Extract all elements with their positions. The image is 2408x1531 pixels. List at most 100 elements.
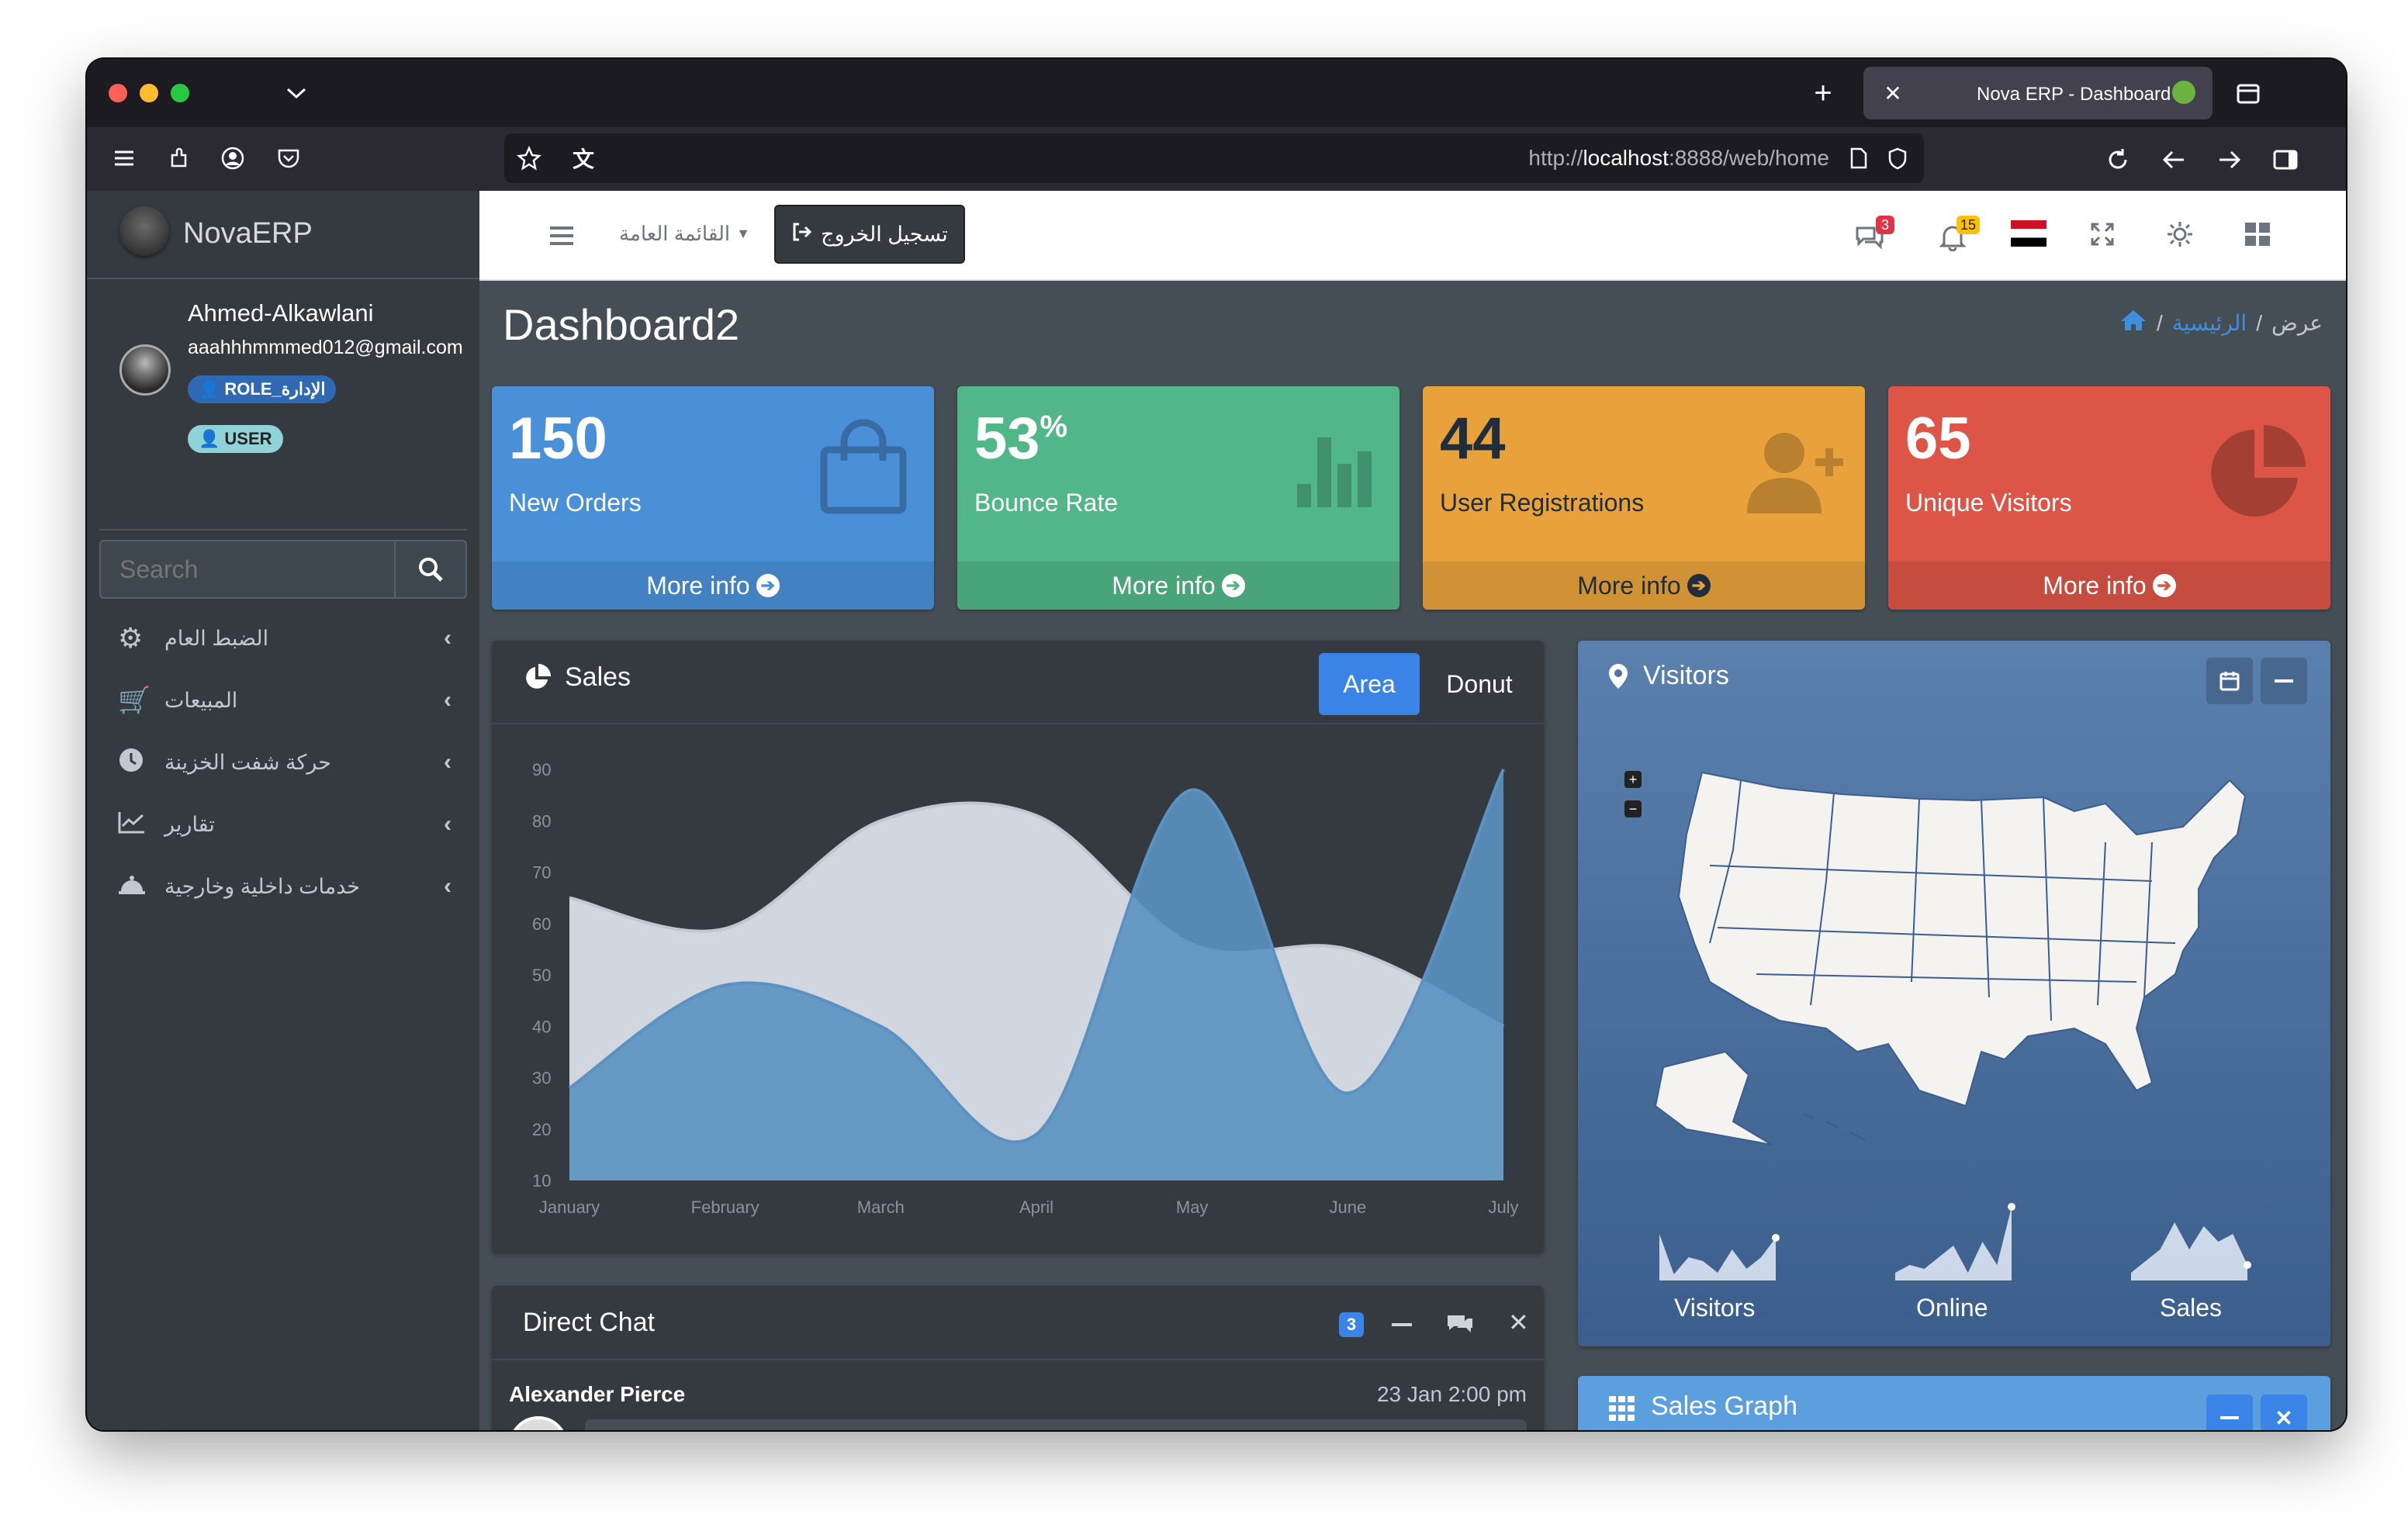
url-bar[interactable]: 文 http://localhost:8888/web/home bbox=[504, 133, 1924, 183]
user-name[interactable]: Ahmed-Alkawlani bbox=[188, 299, 374, 327]
minimize-window-button[interactable] bbox=[140, 84, 158, 102]
sidebar-item-services[interactable]: خدمات داخلية وخارجية ‹ bbox=[118, 859, 452, 914]
pie-chart-icon bbox=[2211, 425, 2306, 517]
chat-sender-name: Alexander Pierce bbox=[509, 1382, 686, 1406]
close-icon[interactable]: ✕ bbox=[1508, 1308, 1529, 1337]
new-tab-icon[interactable]: + bbox=[1808, 76, 1839, 110]
pocket-icon[interactable] bbox=[275, 144, 303, 172]
sales-graph-remove-button[interactable]: ✕ bbox=[2261, 1394, 2307, 1430]
sidebar-item-label: تقارير bbox=[164, 812, 215, 836]
account-icon[interactable] bbox=[219, 144, 247, 172]
new-orders-box: 150 New Orders More info ➔ bbox=[492, 386, 934, 610]
extensions-icon[interactable] bbox=[164, 144, 192, 172]
tab-donut[interactable]: Donut bbox=[1431, 653, 1528, 715]
browser-nav-bar: 文 http://localhost:8888/web/home bbox=[87, 127, 2346, 191]
browser-tab-active[interactable]: ✕ Nova ERP - Dashboard bbox=[1863, 67, 2213, 119]
calendar-button[interactable] bbox=[2206, 658, 2253, 704]
sidebar-item-sales[interactable]: 🛒 المبيعات ‹ bbox=[118, 673, 452, 727]
bookmark-star-icon[interactable] bbox=[515, 144, 543, 172]
forward-arrow-icon[interactable] bbox=[2214, 144, 2245, 175]
map-zoom-out-button[interactable]: − bbox=[1624, 800, 1642, 817]
main-menu-dropdown[interactable]: القائمة العامة ▼ bbox=[619, 222, 750, 246]
breadcrumb-home-link[interactable]: الرئيسية bbox=[2172, 310, 2247, 336]
user-registrations-box: 44 User Registrations More info ➔ bbox=[1423, 386, 1865, 610]
search-button[interactable] bbox=[394, 541, 465, 597]
y-tick-label: 40 bbox=[532, 1017, 551, 1036]
sales-card-header: Sales Area Donut bbox=[492, 641, 1544, 724]
direct-chat-count-badge: 3 bbox=[1339, 1312, 1364, 1337]
theme-toggle-sun-icon[interactable] bbox=[2164, 219, 2195, 250]
close-tab-icon[interactable]: ✕ bbox=[1879, 79, 1907, 107]
clock-icon bbox=[118, 747, 149, 779]
direct-chat-title: Direct Chat bbox=[523, 1308, 656, 1337]
translate-icon[interactable]: 文 bbox=[569, 144, 597, 172]
unique-visitors-value: 65 bbox=[1905, 406, 1971, 472]
app-sidebar: NovaERP Ahmed-Alkawlani aaahhhmmmed012@g… bbox=[87, 191, 479, 1430]
th-grid-icon bbox=[1609, 1396, 1635, 1421]
control-sidebar-grid-icon[interactable] bbox=[2242, 219, 2273, 250]
maximize-window-button[interactable] bbox=[171, 84, 189, 102]
comments-toggle-icon[interactable] bbox=[1446, 1312, 1474, 1339]
cart-icon: 🛒 bbox=[118, 686, 151, 715]
collapse-button[interactable] bbox=[2261, 658, 2307, 704]
url-text[interactable]: http://localhost:8888/web/home bbox=[1528, 146, 1829, 171]
page-document-icon[interactable] bbox=[1845, 144, 1873, 172]
brand-link[interactable]: NovaERP bbox=[87, 191, 479, 279]
more-info-label: More info bbox=[2043, 571, 2147, 600]
logout-button[interactable]: تسجيل الخروج bbox=[774, 205, 965, 264]
minus-icon[interactable] bbox=[1392, 1323, 1412, 1326]
breadcrumb-separator: / bbox=[2256, 310, 2262, 335]
tab-area[interactable]: Area bbox=[1319, 653, 1420, 715]
sidebar-item-label: حركة شفت الخزينة bbox=[164, 750, 331, 774]
shield-icon[interactable] bbox=[1884, 144, 1912, 172]
avatar[interactable] bbox=[119, 344, 171, 396]
messages-button[interactable]: 3 bbox=[1853, 216, 1899, 254]
sidebar-item-reports[interactable]: تقارير ‹ bbox=[118, 797, 452, 852]
visitors-card-title: Visitors bbox=[1643, 661, 1729, 690]
gear-icon: ⚙ bbox=[118, 622, 144, 654]
pushmenu-hamburger-icon[interactable] bbox=[546, 220, 577, 251]
sales-graph-collapse-button[interactable] bbox=[2206, 1394, 2253, 1430]
chevron-left-icon: ‹ bbox=[444, 873, 452, 899]
fullscreen-icon[interactable] bbox=[2087, 219, 2118, 250]
yemen-flag-icon bbox=[2011, 220, 2046, 247]
chat-timestamp: 23 Jan 2:00 pm bbox=[1376, 1382, 1527, 1406]
x-tick-label: April bbox=[1019, 1197, 1054, 1217]
new-orders-more-info-link[interactable]: More info ➔ bbox=[492, 562, 934, 610]
role-badge-admin: 👤 ROLE_الإدارة bbox=[188, 375, 337, 403]
brand-logo bbox=[119, 206, 169, 256]
tab-overview-icon[interactable] bbox=[2233, 78, 2264, 109]
close-window-button[interactable] bbox=[109, 84, 127, 102]
y-tick-label: 60 bbox=[532, 914, 551, 934]
arrow-circle-right-icon: ➔ bbox=[1221, 574, 1245, 597]
chart-icon bbox=[118, 810, 149, 839]
caret-down-icon: ▼ bbox=[736, 226, 750, 241]
sparkline-area bbox=[2131, 1222, 2247, 1280]
x-tick-label: January bbox=[539, 1197, 600, 1217]
user-registrations-more-info-link[interactable]: More info ➔ bbox=[1423, 562, 1865, 610]
sparkline-end-dot bbox=[1772, 1234, 1780, 1242]
map-zoom-in-button[interactable]: + bbox=[1624, 771, 1642, 788]
browser-tab-bar: + ✕ Nova ERP - Dashboard bbox=[87, 59, 2346, 127]
sidebar-item-settings[interactable]: ⚙ الضبط العام ‹ bbox=[118, 611, 452, 665]
bounce-rate-more-info-link[interactable]: More info ➔ bbox=[957, 562, 1399, 610]
unique-visitors-more-info-link[interactable]: More info ➔ bbox=[1888, 562, 2330, 610]
language-flag-button[interactable] bbox=[2011, 220, 2046, 247]
sidebar-item-treasury-shift[interactable]: حركة شفت الخزينة ‹ bbox=[118, 735, 452, 790]
close-icon: ✕ bbox=[2275, 1405, 2293, 1430]
home-icon[interactable] bbox=[2119, 309, 2147, 337]
notifications-button[interactable]: 15 bbox=[1938, 216, 1984, 254]
chat-avatar bbox=[509, 1416, 568, 1430]
messages-badge: 3 bbox=[1876, 216, 1894, 234]
unique-visitors-box: 65 Unique Visitors More info ➔ bbox=[1888, 386, 2330, 610]
x-tick-label: March bbox=[857, 1197, 905, 1217]
chevron-down-icon[interactable] bbox=[282, 79, 310, 107]
search-input[interactable] bbox=[101, 541, 394, 597]
x-tick-label: June bbox=[1329, 1197, 1366, 1217]
hamburger-menu-icon[interactable] bbox=[110, 144, 138, 172]
x-tick-label: February bbox=[691, 1197, 759, 1217]
sales-area-chart: 10 20 30 40 50 60 70 80 90 January February March Ap… bbox=[532, 760, 1519, 1217]
sidebar-toggle-icon[interactable] bbox=[2270, 144, 2301, 175]
reload-icon[interactable] bbox=[2102, 144, 2133, 175]
back-arrow-icon[interactable] bbox=[2158, 144, 2189, 175]
